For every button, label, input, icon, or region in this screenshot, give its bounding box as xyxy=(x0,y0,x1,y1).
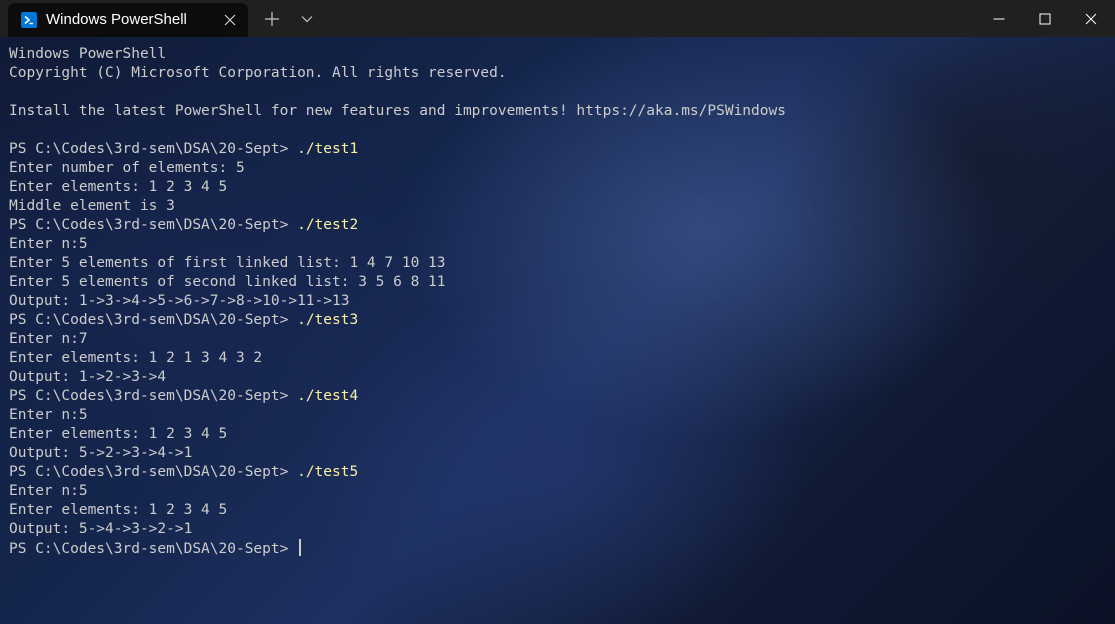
new-tab-plus-icon[interactable] xyxy=(262,9,282,29)
prompt-text: PS C:\Codes\3rd-sem\DSA\20-Sept> xyxy=(9,541,298,557)
text-cursor xyxy=(299,539,302,556)
prompt-text: PS C:\Codes\3rd-sem\DSA\20-Sept> xyxy=(9,141,298,157)
command-text: ./test3 xyxy=(297,312,359,328)
output-line: Output: 1->3->4->5->6->7->8->10->11->13 xyxy=(9,293,350,309)
tab-windows-powershell[interactable]: Windows PowerShell xyxy=(8,3,248,37)
output-line: Enter n:5 xyxy=(9,407,88,423)
header-line: Install the latest PowerShell for new fe… xyxy=(9,103,786,119)
command-text: ./test4 xyxy=(297,388,359,404)
close-icon[interactable] xyxy=(1068,0,1114,37)
output-line: Enter elements: 1 2 1 3 4 3 2 xyxy=(9,350,263,366)
command-text: ./test1 xyxy=(297,141,359,157)
output-line: Output: 5->4->3->2->1 xyxy=(9,521,193,537)
output-line: Enter n:5 xyxy=(9,483,88,499)
header-line: Windows PowerShell xyxy=(9,46,167,62)
prompt-text: PS C:\Codes\3rd-sem\DSA\20-Sept> xyxy=(9,464,298,480)
terminal-window: Windows PowerShell Windows PowerShell Co… xyxy=(0,0,1115,624)
header-line xyxy=(9,121,1109,140)
prompt-line: PS C:\Codes\3rd-sem\DSA\20-Sept> ./test4 xyxy=(9,387,1109,406)
maximize-icon[interactable] xyxy=(1022,0,1068,37)
tab-title: Windows PowerShell xyxy=(46,11,187,28)
output-line: Enter 5 elements of second linked list: … xyxy=(9,274,446,290)
header-line xyxy=(9,83,1109,102)
prompt-line: PS C:\Codes\3rd-sem\DSA\20-Sept> ./test3 xyxy=(9,311,1109,330)
output-line: Enter n:7 xyxy=(9,331,88,347)
active-prompt-line: PS C:\Codes\3rd-sem\DSA\20-Sept> xyxy=(9,539,1109,558)
prompt-text: PS C:\Codes\3rd-sem\DSA\20-Sept> xyxy=(9,312,298,328)
powershell-icon xyxy=(21,12,37,28)
output-line: Enter elements: 1 2 3 4 5 xyxy=(9,426,228,442)
minimize-icon[interactable] xyxy=(976,0,1022,37)
command-text: ./test5 xyxy=(297,464,359,480)
output-line: Enter number of elements: 5 xyxy=(9,160,245,176)
header-line: Copyright (C) Microsoft Corporation. All… xyxy=(9,65,507,81)
output-line: Enter elements: 1 2 3 4 5 xyxy=(9,179,228,195)
output-line: Output: 5->2->3->4->1 xyxy=(9,445,193,461)
output-line: Middle element is 3 xyxy=(9,198,175,214)
output-line: Enter n:5 xyxy=(9,236,88,252)
prompt-line: PS C:\Codes\3rd-sem\DSA\20-Sept> ./test1 xyxy=(9,140,1109,159)
tab-close-icon[interactable] xyxy=(220,10,240,30)
prompt-line: PS C:\Codes\3rd-sem\DSA\20-Sept> ./test5 xyxy=(9,463,1109,482)
title-bar: Windows PowerShell xyxy=(0,0,1115,37)
terminal-output[interactable]: Windows PowerShell Copyright (C) Microsof… xyxy=(9,45,1109,558)
chevron-down-icon[interactable] xyxy=(298,10,316,28)
output-line: Enter 5 elements of first linked list: 1… xyxy=(9,255,446,271)
prompt-text: PS C:\Codes\3rd-sem\DSA\20-Sept> xyxy=(9,217,298,233)
command-text: ./test2 xyxy=(297,217,359,233)
prompt-line: PS C:\Codes\3rd-sem\DSA\20-Sept> ./test2 xyxy=(9,216,1109,235)
output-line: Enter elements: 1 2 3 4 5 xyxy=(9,502,228,518)
output-line: Output: 1->2->3->4 xyxy=(9,369,167,385)
prompt-text: PS C:\Codes\3rd-sem\DSA\20-Sept> xyxy=(9,388,298,404)
